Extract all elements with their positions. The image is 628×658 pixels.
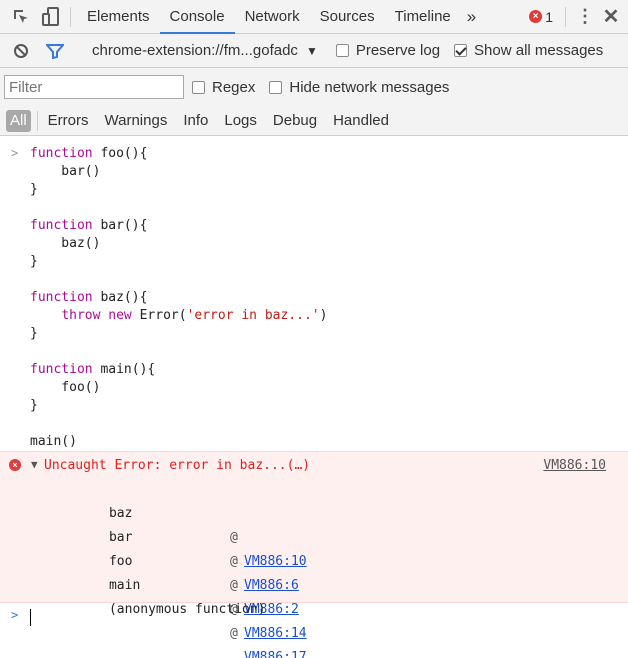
hide-network-checkbox[interactable]: Hide network messages [269,79,449,96]
code-line: bar() [30,164,101,179]
level-info[interactable]: Info [175,110,216,132]
tab-network[interactable]: Network [235,0,310,34]
stack-frame-at: @ [230,530,238,545]
stack-frame: bar @ VM886:6 [62,502,299,593]
console-toolbar: chrome-extension://fm...gofadc ▼ Preserv… [0,34,628,68]
stack-frame: (anonymous function) @ VM886:17 [62,574,307,658]
error-source-link[interactable]: VM886:10 [543,458,606,473]
show-all-messages-box[interactable] [454,44,468,57]
tab-timeline[interactable]: Timeline [385,0,461,34]
error-message: × ▼ Uncaught Error: error in baz...(…) V… [0,451,628,658]
context-selector[interactable]: chrome-extension://fm...gofadc ▼ [92,42,318,59]
expand-triangle-icon[interactable]: ▼ [31,458,38,471]
error-icon: × [529,10,543,23]
error-counter[interactable]: × 1 [529,9,553,25]
level-all[interactable]: All [6,109,31,132]
code-line: throw new Error('error in baz...') [61,308,328,323]
code-line: } [30,326,38,341]
toolbar-divider [565,6,566,27]
devtools-tab-bar: Elements Console Network Sources Timelin… [0,0,628,34]
level-logs[interactable]: Logs [216,110,265,132]
tab-console[interactable]: Console [159,0,235,34]
stack-frame-link[interactable]: VM886:10 [244,550,307,574]
code-line: function main(){ [30,362,156,377]
regex-label: Regex [212,78,256,96]
filter-icon[interactable] [42,38,68,64]
code-line: function bar(){ [30,218,148,233]
level-filter-bar: All Errors Warnings Info Logs Debug Hand… [0,106,628,136]
tab-sources[interactable]: Sources [310,0,385,34]
hide-network-box[interactable] [269,80,283,94]
customize-menu-icon[interactable]: ⋮ [572,4,598,30]
toolbar-divider [36,110,38,131]
level-warnings[interactable]: Warnings [97,110,176,132]
filter-bar: Regex Hide network messages [0,68,628,106]
code-line: main() [30,434,77,449]
code-line: function foo(){ [30,146,148,161]
regex-box[interactable] [192,80,205,94]
clear-console-icon[interactable] [8,38,34,64]
code-line: function baz(){ [30,290,148,305]
level-debug[interactable]: Debug [265,110,325,132]
prompt-chevron-icon: > [11,608,19,622]
stack-frame-link[interactable]: VM886:17 [244,646,307,658]
filter-input[interactable] [4,75,184,99]
code-line: foo() [30,380,101,395]
preserve-log-checkbox[interactable]: Preserve log [335,42,441,59]
inspect-element-icon[interactable] [8,4,34,30]
show-all-messages-checkbox[interactable]: Show all messages [454,42,603,59]
error-text: Uncaught Error: error in baz...(…) [44,458,311,473]
error-count-value: 1 [545,8,553,25]
toolbar-divider [70,6,71,27]
chevron-down-icon: ▼ [305,43,318,58]
show-all-messages-label: Show all messages [474,42,604,59]
preserve-log-label: Preserve log [355,42,441,59]
tab-elements[interactable]: Elements [77,0,160,34]
stack-frame-at: @ [230,554,238,569]
code-line: } [30,254,38,269]
device-toolbar-icon[interactable] [38,4,64,30]
level-handled[interactable]: Handled [325,110,397,132]
stack-frame: foo @ VM886:2 [62,526,299,617]
console-prompt[interactable]: > [0,603,628,631]
level-errors[interactable]: Errors [40,110,97,132]
console-command: function foo(){ bar()} function bar(){ b… [30,145,327,451]
preserve-log-box[interactable] [335,44,349,57]
chevron-right-icon: > [11,146,19,160]
context-selector-value: chrome-extension://fm...gofadc [92,42,298,59]
stack-frame: main @ VM886:14 [62,550,307,641]
hide-network-label: Hide network messages [289,78,450,96]
regex-checkbox[interactable]: Regex [192,79,255,96]
text-caret [30,609,31,626]
code-line: } [30,398,38,413]
error-icon: × [9,459,21,471]
stack-frame: baz @ VM886:10 [62,478,307,569]
close-icon[interactable]: ✕ [598,4,624,30]
console-output: > function foo(){ bar()} function bar(){… [0,137,628,658]
code-line: baz() [30,236,101,251]
more-tabs-icon[interactable]: » [461,0,482,34]
code-line: } [30,182,38,197]
